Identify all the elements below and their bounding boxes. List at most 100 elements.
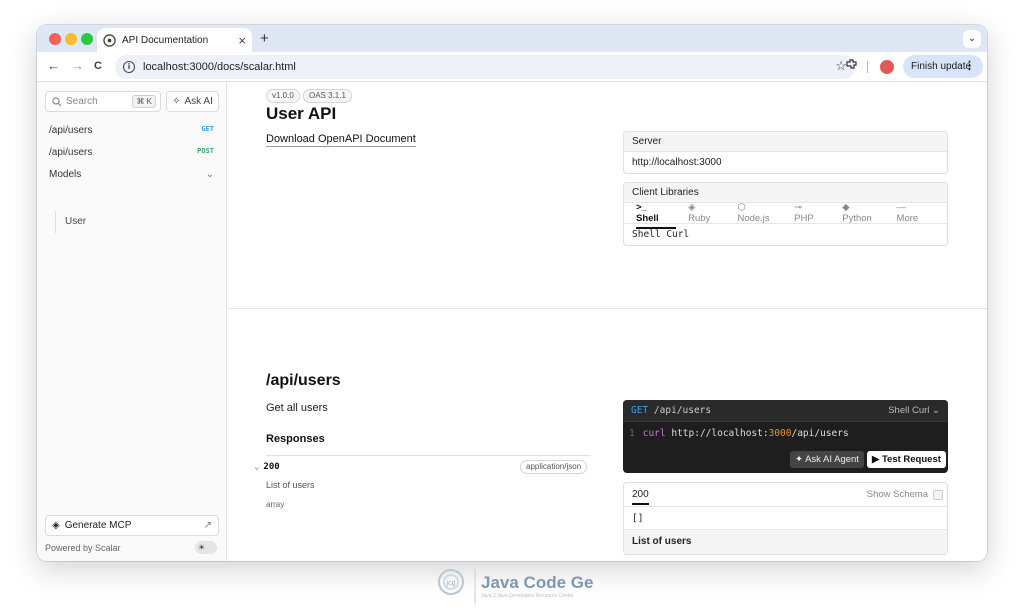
- main-content: v1.0.0 OAS 3.1.1 User API Download OpenA…: [228, 82, 987, 561]
- server-url-select[interactable]: http://localhost:3000: [624, 152, 947, 173]
- page-title: User API: [266, 104, 337, 123]
- sidebar-item-label: /api/users: [49, 147, 93, 158]
- response-status-tab[interactable]: 200: [632, 489, 649, 505]
- tab-php[interactable]: ⊸ PHP: [794, 202, 830, 224]
- jcg-logo: jcg Java Code Geeks Java 2 Java Develope…: [438, 569, 622, 604]
- ruby-icon: ◈: [688, 202, 696, 213]
- line-number: 1: [629, 428, 635, 439]
- response-footer: List of users: [624, 530, 947, 554]
- response-tab-bar: 200 Show Schema: [624, 483, 947, 507]
- response-description: List of users: [266, 480, 315, 490]
- close-window-button[interactable]: [49, 33, 61, 45]
- show-schema-checkbox: [933, 490, 943, 500]
- content-type-badge[interactable]: application/json: [520, 460, 588, 474]
- jcg-wordmark: Java Code Geeks: [481, 573, 593, 592]
- nodejs-icon: ⬡: [737, 202, 746, 213]
- sidebar-item-user-model[interactable]: User: [55, 211, 86, 233]
- server-label: Server: [624, 132, 947, 152]
- request-path: /api/users: [653, 405, 712, 416]
- method-badge-get: GET: [201, 125, 214, 133]
- responses-heading: Responses: [266, 433, 325, 445]
- search-icon: [52, 96, 62, 106]
- tab-more[interactable]: — More: [897, 202, 935, 224]
- generate-mcp-button[interactable]: ◈ Generate MCP ↗: [45, 515, 219, 536]
- sidebar-item-get-users[interactable]: /api/users GET: [49, 125, 214, 136]
- extensions-icon[interactable]: [845, 58, 858, 74]
- sparkle-icon: ✧: [172, 96, 181, 107]
- finish-update-label: Finish update: [911, 61, 972, 72]
- docs-sidebar: Search ⌘ K ✧ Ask AI /api/users GET /api/…: [37, 82, 227, 561]
- powered-by-scalar[interactable]: Powered by Scalar: [45, 543, 121, 553]
- forward-button[interactable]: →: [71, 58, 84, 73]
- address-bar[interactable]: i localhost:3000/docs/scalar.html ☆: [115, 55, 855, 79]
- tab-python[interactable]: ◆ Python: [842, 202, 884, 224]
- minimize-window-button[interactable]: [65, 33, 77, 45]
- ask-ai-label: Ask AI: [184, 96, 213, 107]
- method-badge-post: POST: [197, 147, 214, 155]
- client-selector[interactable]: Shell Curl ⌄: [888, 400, 940, 422]
- external-link-icon: ↗: [203, 520, 212, 531]
- profile-avatar[interactable]: [880, 60, 894, 74]
- python-icon: ◆: [842, 202, 850, 213]
- endpoint-description: Get all users: [266, 402, 328, 414]
- section-divider: [228, 308, 987, 309]
- tab-title: API Documentation: [122, 34, 209, 46]
- browser-window: API Documentation × + ⌄ ← → C i localhos…: [37, 25, 987, 561]
- chevron-down-icon[interactable]: ⌄: [206, 169, 214, 180]
- chevron-down-icon: ⌄: [254, 462, 260, 472]
- response-body: []: [624, 507, 947, 530]
- response-type: array: [266, 500, 285, 509]
- more-menu-icon[interactable]: ⋮: [964, 59, 975, 72]
- theme-toggle[interactable]: ☀: [195, 541, 217, 554]
- request-method: GET: [631, 405, 649, 416]
- url-text: localhost:3000/docs/scalar.html: [143, 61, 296, 73]
- download-openapi-link[interactable]: Download OpenAPI Document: [266, 133, 416, 147]
- tab-bar: API Documentation × + ⌄: [37, 25, 987, 52]
- finish-update-button[interactable]: Finish update ⋮: [903, 55, 983, 78]
- response-200-toggle[interactable]: ⌄ 200: [254, 462, 280, 472]
- request-example-panel: GET /api/users Shell Curl ⌄ 1 curl http:/…: [623, 400, 948, 473]
- language-tabs: >_ Shell ◈ Ruby ⬡ Node.js ⊸ PHP ◆ Python…: [624, 202, 947, 229]
- search-input[interactable]: Search ⌘ K: [45, 91, 161, 112]
- reload-button[interactable]: C: [94, 60, 102, 72]
- more-icon: —: [896, 202, 907, 213]
- site-info-icon[interactable]: i: [123, 61, 135, 73]
- tab-search-button[interactable]: ⌄: [963, 30, 981, 48]
- close-tab-icon[interactable]: ×: [238, 33, 246, 48]
- php-icon: ⊸: [794, 202, 803, 213]
- sidebar-item-label: User: [65, 216, 87, 227]
- client-libraries-card: Client Libraries >_ Shell ◈ Ruby ⬡ Node.…: [623, 182, 948, 246]
- sun-icon: ☀: [198, 543, 206, 552]
- new-tab-button[interactable]: +: [260, 30, 269, 47]
- search-placeholder: Search: [66, 96, 98, 107]
- version-badge: v1.0.0: [266, 89, 300, 103]
- globe-icon: [103, 33, 116, 47]
- terminal-icon: >_: [636, 202, 647, 213]
- java-code-geeks-watermark: jcg Java Code Geeks Java 2 Java Develope…: [433, 566, 622, 606]
- tab-nodejs[interactable]: ⬡ Node.js: [737, 202, 782, 224]
- back-button[interactable]: ←: [47, 58, 60, 73]
- oas-badge: OAS 3.1.1: [303, 89, 352, 103]
- response-example-card: 200 Show Schema [] List of users: [623, 482, 948, 555]
- test-request-button[interactable]: ▶ Test Request: [867, 451, 946, 468]
- search-shortcut: ⌘ K: [132, 95, 156, 108]
- request-code: 1 curl http://localhost:3000/api/users: [629, 428, 849, 439]
- sidebar-item-label: Models: [49, 169, 82, 180]
- tab-ruby[interactable]: ◈ Ruby: [688, 202, 725, 224]
- ask-ai-agent-button[interactable]: ✦ Ask AI Agent: [790, 451, 864, 468]
- request-header: GET /api/users Shell Curl ⌄: [623, 400, 948, 422]
- tab-api-documentation[interactable]: API Documentation ×: [97, 28, 252, 52]
- client-libraries-label: Client Libraries: [624, 183, 947, 203]
- ask-ai-button[interactable]: ✧ Ask AI: [166, 91, 219, 112]
- selected-client[interactable]: Shell Curl: [624, 224, 947, 245]
- toolbar-separator: [867, 61, 868, 73]
- jcg-tagline: Java 2 Java Developers Resource Center: [481, 593, 574, 599]
- responses-divider: [266, 455, 591, 456]
- endpoint-title: /api/users: [266, 372, 341, 389]
- sidebar-item-post-users[interactable]: /api/users POST: [49, 147, 214, 158]
- server-card: Server http://localhost:3000: [623, 131, 948, 174]
- show-schema-toggle[interactable]: Show Schema: [867, 483, 943, 507]
- sidebar-item-models[interactable]: Models ⌄: [49, 169, 214, 180]
- generate-mcp-label: Generate MCP: [64, 520, 132, 531]
- maximize-window-button[interactable]: [81, 33, 93, 45]
